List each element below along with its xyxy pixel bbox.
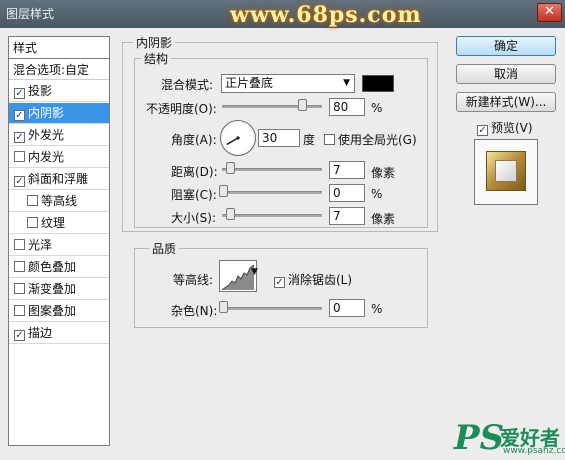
styles-header[interactable]: 样式 [9,37,109,59]
contour-label: 等高线: [173,273,214,287]
sidebar-item-label: 光泽 [28,238,53,252]
distance-label: 距离(D): [171,165,218,179]
angle-input[interactable]: 30 [258,129,300,147]
opacity-label: 不透明度(O): [146,102,217,116]
sidebar-item-label: 渐变叠加 [28,282,77,296]
noise-input[interactable]: 0 [329,299,365,317]
sidebar-item-label: 纹理 [41,216,66,230]
choke-slider-track[interactable] [222,191,322,194]
sidebar-item-7[interactable]: 光泽 [9,235,109,256]
checkbox-checked-icon [477,125,488,136]
size-label: 大小(S): [171,211,217,225]
ps-logo-url: www.psahz.com [503,446,565,456]
size-input[interactable]: 7 [329,207,365,225]
structure-label: 结构 [141,50,172,67]
shadow-color-swatch[interactable] [362,75,394,92]
angle-dial[interactable] [220,120,256,156]
size-slider-track[interactable] [222,214,322,217]
choke-label: 阻塞(C): [171,188,217,202]
preview-checkbox[interactable]: 预览(V) [477,119,533,136]
opacity-input[interactable]: 80 [329,98,365,116]
noise-unit: % [371,302,383,316]
cancel-button[interactable]: 取消 [456,64,556,84]
close-button[interactable]: ✕ [537,3,562,22]
size-slider-thumb[interactable] [226,208,235,220]
blend-mode-value: 正片叠底 [225,76,274,90]
checkbox-icon[interactable] [14,151,25,162]
noise-slider-track[interactable] [222,307,322,310]
blend-mode-label: 混合模式: [161,78,214,92]
new-style-button[interactable]: 新建样式(W)... [456,92,556,112]
size-unit: 像素 [371,212,396,226]
checkbox-checked-icon[interactable] [14,88,25,99]
checkbox-icon[interactable] [27,195,38,206]
title-bar: 图层样式 www.68ps.com ✕ [0,0,565,28]
opacity-slider-thumb[interactable] [298,99,307,111]
chevron-down-icon: ▼ [343,78,350,88]
checkbox-checked-icon[interactable] [14,132,25,143]
choke-unit: % [371,187,383,201]
checkbox-checked-icon[interactable] [14,110,25,121]
checkbox-icon[interactable] [14,261,25,272]
sidebar-item-3[interactable]: 内发光 [9,147,109,168]
sidebar-item-10[interactable]: 图案叠加 [9,301,109,322]
quality-label: 品质 [149,240,180,257]
sidebar-item-5[interactable]: 等高线 [9,191,109,212]
noise-label: 杂色(N): [171,304,218,318]
blend-options-item[interactable]: 混合选项:自定 [9,60,109,80]
preview-frame-image [486,151,526,191]
ps-logo: PS [454,418,505,458]
distance-slider-thumb[interactable] [226,162,235,174]
sidebar-item-label: 颜色叠加 [28,260,77,274]
distance-unit: 像素 [371,166,396,180]
global-light-checkbox[interactable]: 使用全局光(G) [324,131,417,148]
sidebar-item-label: 内发光 [28,150,65,164]
sidebar-item-9[interactable]: 渐变叠加 [9,279,109,300]
checkbox-checked-icon [274,277,285,288]
angle-unit: 度 [303,133,316,147]
sidebar-item-2[interactable]: 外发光 [9,125,109,146]
angle-label: 角度(A): [171,133,217,147]
styles-list: 样式 混合选项:自定 投影内阴影外发光内发光斜面和浮雕等高线纹理光泽颜色叠加渐变… [8,36,110,446]
sidebar-item-label: 投影 [28,84,53,98]
checkbox-icon[interactable] [14,305,25,316]
sidebar-item-label: 斜面和浮雕 [28,172,89,186]
distance-input[interactable]: 7 [329,161,365,179]
contour-chevron-down-icon[interactable]: ▼ [251,267,258,277]
checkbox-icon[interactable] [14,239,25,250]
global-light-label: 使用全局光(G) [338,133,417,147]
sidebar-item-1[interactable]: 内阴影 [9,103,109,124]
antialias-checkbox[interactable]: 消除锯齿(L) [274,271,352,288]
window-title: 图层样式 [6,7,55,21]
sidebar-item-11[interactable]: 描边 [9,323,109,344]
choke-input[interactable]: 0 [329,184,365,202]
antialias-label: 消除锯齿(L) [288,273,353,287]
noise-slider-thumb[interactable] [219,301,228,313]
checkbox-icon[interactable] [27,217,38,228]
sidebar-item-label: 描边 [28,326,53,340]
sidebar-item-label: 外发光 [28,128,65,142]
blend-mode-select[interactable]: 正片叠底 ▼ [221,74,355,93]
opacity-slider-track[interactable] [222,105,322,108]
sidebar-item-label: 等高线 [41,194,78,208]
angle-dial-needle [226,136,240,146]
preview-label: 预览(V) [491,121,533,135]
checkbox-icon[interactable] [14,283,25,294]
checkbox-icon [324,134,335,145]
opacity-unit: % [371,101,383,115]
sidebar-item-6[interactable]: 纹理 [9,213,109,234]
style-preview [474,139,538,205]
ok-button[interactable]: 确定 [456,36,556,56]
sidebar-item-8[interactable]: 颜色叠加 [9,257,109,278]
choke-slider-thumb[interactable] [219,185,228,197]
sidebar-item-label: 图案叠加 [28,304,77,318]
checkbox-checked-icon[interactable] [14,176,25,187]
watermark-text: www.68ps.com [230,2,422,28]
distance-slider-track[interactable] [222,168,322,171]
sidebar-item-label: 内阴影 [28,106,65,120]
sidebar-item-4[interactable]: 斜面和浮雕 [9,169,109,190]
checkbox-checked-icon[interactable] [14,330,25,341]
panel-title: 内阴影 [133,34,176,51]
sidebar-item-0[interactable]: 投影 [9,81,109,102]
